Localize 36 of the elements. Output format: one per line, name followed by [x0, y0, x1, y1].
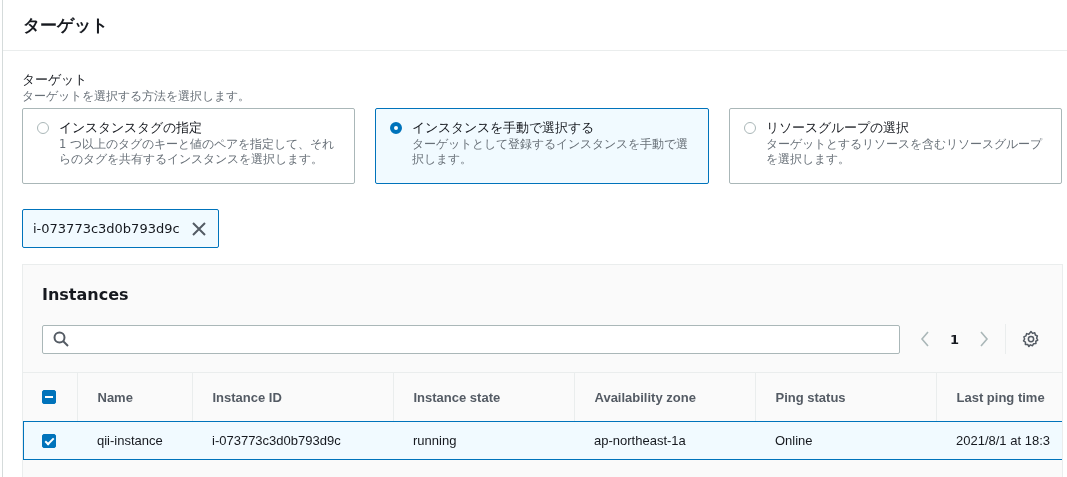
- option-title: インスタンスタグの指定: [59, 119, 203, 137]
- field-label: ターゲット: [22, 71, 88, 89]
- table-cell: 2021/8/1 at 18:3: [956, 433, 1050, 448]
- column-header[interactable]: Name: [97, 389, 133, 405]
- table-cell: ap-northeast-1a: [594, 433, 686, 448]
- radio-card[interactable]: インスタンスタグの指定 1 つ以上のタグのキーと値のペアを指定して、それらのタグを共有するインスタンスを選択します。: [22, 108, 356, 184]
- column-header[interactable]: Availability zone: [594, 389, 696, 405]
- column-header[interactable]: Instance ID: [212, 389, 282, 405]
- radio-card[interactable]: リソースグループの選択 ターゲットとするリソースを含むリソースグループを選択します。: [728, 108, 1062, 184]
- radio-card[interactable]: インスタンスを手動で選択する ターゲットとして登録するインスタンスを手動で選択します。: [375, 108, 709, 184]
- option-description: 1 つ以上のタグのキーと値のペアを指定して、それらのタグを共有するインスタンスを選択します。: [59, 137, 335, 167]
- table-cell: Online: [775, 433, 813, 448]
- page-number[interactable]: 1: [950, 331, 960, 347]
- column-header[interactable]: Last ping time: [956, 389, 1045, 405]
- table-cell: qii-instance: [97, 433, 163, 448]
- search-icon: [53, 331, 69, 347]
- radio-button[interactable]: [743, 122, 756, 134]
- row-checkbox[interactable]: [42, 433, 56, 448]
- panel-title: ターゲット: [23, 13, 108, 37]
- option-title: インスタンスを手動で選択する: [412, 119, 596, 137]
- option-title: リソースグループの選択: [765, 119, 910, 137]
- radio-button[interactable]: [37, 122, 49, 134]
- token-label: i-073773c3d0b793d9c: [33, 221, 180, 236]
- search-field[interactable]: [42, 324, 900, 354]
- field-description: ターゲットを選択する方法を選択します。: [22, 89, 251, 104]
- settings-icon[interactable]: [1022, 330, 1041, 348]
- select-all-checkbox[interactable]: [42, 390, 56, 404]
- option-description: ターゲットとするリソースを含むリソースグループを選択します。: [765, 137, 1044, 167]
- column-header[interactable]: Ping status: [775, 389, 846, 405]
- table-cell: i-073773c3d0b793d9c: [212, 433, 341, 448]
- radio-button[interactable]: [390, 122, 403, 134]
- option-description: ターゲットとして登録するインスタンスを手動で選択します。: [412, 137, 690, 167]
- close-icon[interactable]: [191, 221, 206, 236]
- column-header[interactable]: Instance state: [413, 389, 501, 405]
- table-cell: running: [413, 433, 457, 448]
- table-title: Instances: [41, 284, 130, 305]
